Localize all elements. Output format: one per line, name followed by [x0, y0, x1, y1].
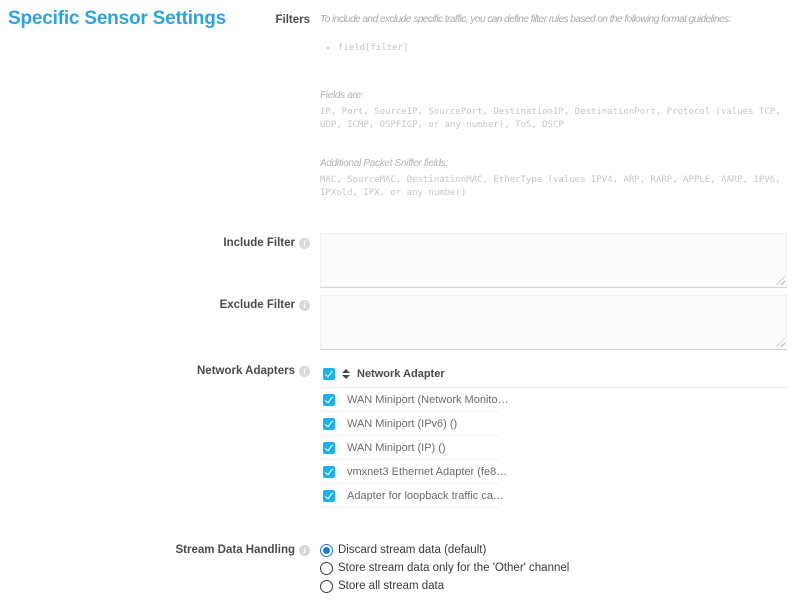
exclude-filter-label-cell: Exclude Filter i — [0, 295, 310, 312]
info-icon[interactable]: i — [299, 300, 310, 311]
adapter-column-header[interactable]: Network Adapter — [357, 368, 445, 380]
network-adapters-table: Network Adapter WAN Miniport (Network Mo… — [320, 360, 792, 508]
sort-down-arrow-icon — [342, 375, 350, 379]
table-row: vmxnet3 Ethernet Adapter (fe8… — [320, 460, 498, 484]
additional-fields-text: MAC, SourceMAC, DestinationMAC, EtherTyp… — [320, 174, 792, 200]
adapter-name: WAN Miniport (IPv6) () — [347, 418, 457, 430]
filters-row: Filters To include and exclude specific … — [0, 13, 802, 200]
table-row: WAN Miniport (IP) () — [320, 436, 498, 460]
additional-fields-label: Additional Packet Sniffer fields: — [320, 157, 792, 170]
stream-data-handling-options: Discard stream data (default) Store stre… — [320, 541, 792, 595]
fields-list-text: IP, Port, SourceIP, SourcePort, Destinat… — [320, 106, 792, 132]
discard-stream-radio[interactable] — [320, 544, 333, 557]
network-adapters-row: Network Adapters i Network Adapter WAN M… — [0, 360, 802, 508]
radio-option: Discard stream data (default) — [320, 541, 792, 559]
radio-option: Store all stream data — [320, 577, 792, 595]
include-filter-row: Include Filter i — [0, 233, 802, 288]
filters-guide-text: To include and exclude specific traffic,… — [320, 13, 792, 26]
adapter-checkbox[interactable] — [323, 394, 335, 406]
info-icon[interactable]: i — [299, 238, 310, 249]
radio-option-label: Store stream data only for the 'Other' c… — [338, 561, 569, 575]
include-filter-textarea[interactable] — [320, 233, 787, 288]
fields-are-label: Fields are: — [320, 89, 792, 102]
radio-option-label: Store all stream data — [338, 579, 444, 593]
stream-data-handling-row: Stream Data Handling i Discard stream da… — [0, 541, 802, 595]
include-filter-label-cell: Include Filter i — [0, 233, 310, 250]
stream-data-handling-label-cell: Stream Data Handling i — [0, 541, 310, 557]
network-adapters-label: Network Adapters — [197, 365, 295, 378]
store-other-channel-radio[interactable] — [320, 562, 333, 575]
filters-label-cell: Filters — [0, 13, 310, 27]
info-icon[interactable]: i — [299, 545, 310, 556]
exclude-filter-content — [320, 295, 792, 350]
table-row: Adapter for loopback traffic ca… — [320, 484, 498, 508]
adapter-name: vmxnet3 Ethernet Adapter (fe8… — [347, 466, 507, 478]
filters-help-content: To include and exclude specific traffic,… — [320, 13, 792, 200]
filter-format-item: field[filter] — [338, 42, 792, 55]
filter-format-list: field[filter] — [326, 42, 792, 55]
exclude-filter-textarea[interactable] — [320, 295, 787, 350]
table-row: WAN Miniport (IPv6) () — [320, 412, 498, 436]
adapter-name: WAN Miniport (IP) () — [347, 442, 446, 454]
specific-sensor-settings-page: Specific Sensor Settings Filters To incl… — [0, 0, 802, 608]
adapter-checkbox[interactable] — [323, 418, 335, 430]
exclude-filter-row: Exclude Filter i — [0, 295, 802, 350]
select-all-checkbox[interactable] — [323, 368, 335, 380]
include-filter-content — [320, 233, 792, 288]
filters-label: Filters — [275, 14, 310, 27]
sort-icon[interactable] — [341, 369, 351, 379]
exclude-filter-label: Exclude Filter — [220, 299, 295, 312]
adapter-checkbox[interactable] — [323, 442, 335, 454]
sort-up-arrow-icon — [342, 369, 350, 373]
info-icon[interactable]: i — [299, 366, 310, 377]
adapter-checkbox[interactable] — [323, 490, 335, 502]
radio-option: Store stream data only for the 'Other' c… — [320, 559, 792, 577]
table-row: WAN Miniport (Network Monito… — [320, 388, 498, 412]
include-filter-label: Include Filter — [223, 237, 295, 250]
network-adapters-label-cell: Network Adapters i — [0, 360, 310, 378]
adapter-table-header: Network Adapter — [320, 360, 787, 388]
store-all-stream-radio[interactable] — [320, 580, 333, 593]
stream-data-handling-label: Stream Data Handling — [176, 544, 296, 557]
adapter-name: WAN Miniport (Network Monito… — [347, 394, 509, 406]
adapter-checkbox[interactable] — [323, 466, 335, 478]
radio-option-label: Discard stream data (default) — [338, 543, 486, 557]
adapter-name: Adapter for loopback traffic ca… — [347, 490, 504, 502]
